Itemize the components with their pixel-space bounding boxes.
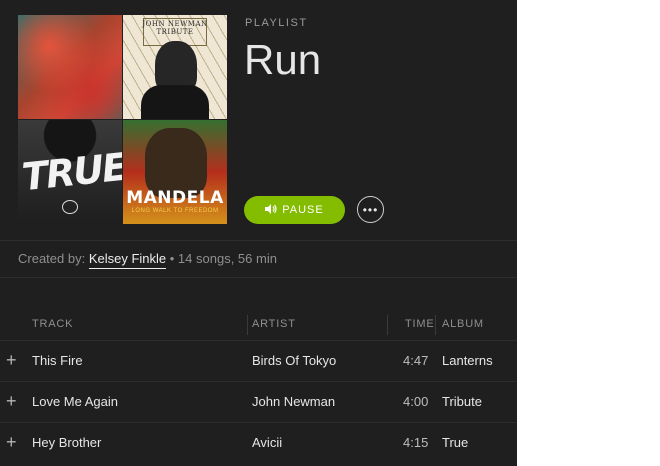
cover-tile-john-newman: JOHN NEWMAN TRIBUTE [123,15,227,119]
column-divider[interactable] [435,315,436,335]
track-row[interactable]: + Love Me Again John Newman 4:00 Tribute [0,381,517,422]
track-title: This Fire [32,353,83,368]
playlist-title: Run [244,36,322,83]
divider [0,277,517,278]
track-title: Love Me Again [32,394,119,409]
track-title: Hey Brother [32,435,102,450]
track-artist[interactable]: Avicii [252,435,282,450]
created-by-label: Created by: [18,251,86,266]
pause-button[interactable]: PAUSE [244,196,345,224]
playlist-type-label: PLAYLIST [245,17,308,29]
track-row[interactable]: + Hey Brother Avicii 4:15 True [0,422,517,463]
cover-tile-text: MANDELA [126,188,224,208]
cover-tile-subtext: LONG WALK TO FREEDOM [131,208,219,214]
track-time: 4:00 [403,394,429,409]
add-track-icon[interactable]: + [6,350,17,371]
track-artist[interactable]: John Newman [252,394,335,409]
more-dots-icon: ••• [362,202,379,217]
pause-button-label: PAUSE [282,204,324,216]
playlist-panel: JOHN NEWMAN TRIBUTE TRUE MANDELA LONG WA… [0,0,517,466]
cover-tile-avicii-true: TRUE [18,120,122,224]
column-divider[interactable] [387,315,388,335]
column-header-time[interactable]: TIME [405,318,434,330]
track-time: 4:15 [403,435,429,450]
track-album[interactable]: Tribute [442,394,482,409]
playlist-summary: • 14 songs, 56 min [169,251,277,266]
creator-link[interactable]: Kelsey Finkle [88,251,167,269]
column-header-album[interactable]: ALBUM [442,318,484,330]
playlist-cover-mosaic[interactable]: JOHN NEWMAN TRIBUTE TRUE MANDELA LONG WA… [18,15,228,224]
track-album[interactable]: Lanterns [442,353,493,368]
playlist-meta: Created by: Kelsey Finkle • 14 songs, 56… [18,251,277,269]
column-header-artist[interactable]: ARTIST [252,318,296,330]
cover-tile-mandela: MANDELA LONG WALK TO FREEDOM [123,120,227,224]
add-track-icon[interactable]: + [6,391,17,412]
speaker-icon [265,203,277,217]
more-options-button[interactable]: ••• [357,196,384,223]
cover-tile-text: JOHN NEWMAN TRIBUTE [142,20,208,36]
track-artist[interactable]: Birds Of Tokyo [252,353,336,368]
track-row[interactable]: + This Fire Birds Of Tokyo 4:47 Lanterns [0,340,517,381]
column-header-track[interactable]: TRACK [32,318,73,330]
avicii-logo-icon [62,200,78,214]
cover-tile-abstract [18,15,122,119]
divider [0,240,517,241]
add-track-icon[interactable]: + [6,432,17,453]
track-time: 4:47 [403,353,429,368]
column-divider[interactable] [247,315,248,335]
track-album[interactable]: True [442,435,468,450]
